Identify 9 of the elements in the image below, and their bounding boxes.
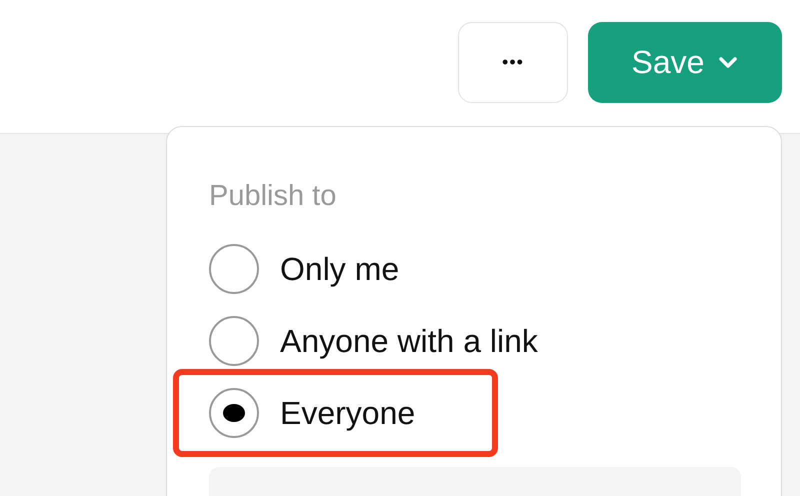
option-label[interactable]: Everyone bbox=[280, 394, 416, 432]
chevron-down-icon bbox=[718, 56, 738, 68]
radio-button[interactable] bbox=[209, 244, 259, 294]
more-button[interactable]: ••• bbox=[458, 22, 568, 103]
radio-button[interactable] bbox=[209, 316, 259, 366]
radio-button[interactable] bbox=[209, 388, 259, 438]
menu-heading: Publish to bbox=[209, 179, 338, 213]
option-label[interactable]: Only me bbox=[280, 250, 400, 288]
option-label[interactable]: Anyone with a link bbox=[280, 322, 538, 360]
